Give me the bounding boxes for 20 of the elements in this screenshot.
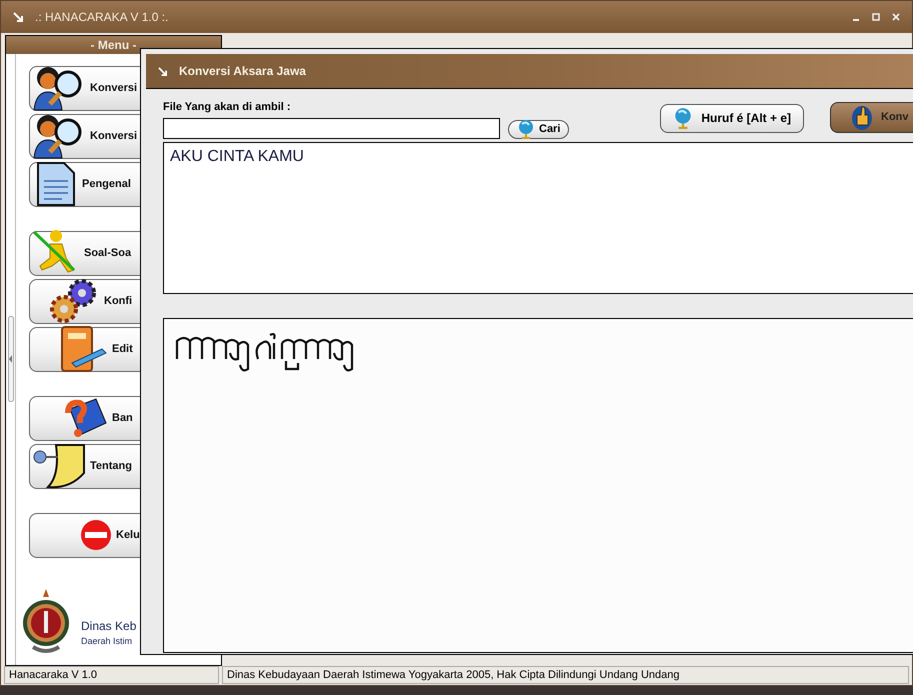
convert-button[interactable]: Konv	[830, 102, 913, 132]
status-panel: Hanacaraka V 1.0	[4, 666, 219, 684]
thumbs-up-icon	[851, 103, 873, 131]
stop-icon	[80, 519, 112, 551]
footer-title: Dinas Keb	[81, 618, 136, 635]
book-pen-icon	[58, 325, 108, 373]
close-icon[interactable]	[892, 12, 900, 21]
status-panel: Dinas Kebudayaan Daerah Istimewa Yogyakarta 2005, Hak Cipta Dilindungi Undang Undang	[222, 666, 909, 684]
input-text-area[interactable]: AKU CINTA KAMU	[163, 142, 913, 294]
letter-button[interactable]: Huruf é [Alt + e]	[660, 104, 804, 132]
file-path-field[interactable]	[163, 118, 500, 138]
maximize-icon[interactable]	[872, 12, 880, 21]
footer-subtitle: Daerah Istim	[81, 635, 134, 648]
globe-icon	[517, 119, 535, 139]
dialog-icon	[158, 66, 167, 76]
window-title: .: HANACARAKA V 1.0 :.	[35, 8, 168, 26]
globe-icon	[673, 107, 694, 129]
browse-button[interactable]: Cari	[508, 120, 570, 138]
collapse-handle-icon[interactable]	[8, 316, 14, 402]
app-icon	[13, 12, 23, 22]
